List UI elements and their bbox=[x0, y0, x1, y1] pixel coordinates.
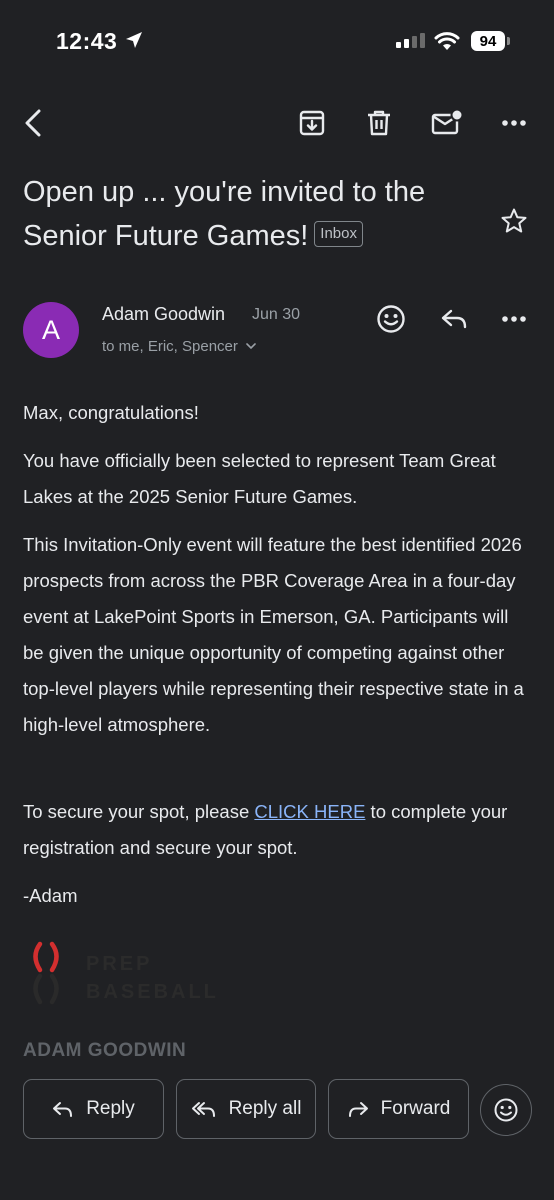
delete-button[interactable] bbox=[359, 104, 399, 142]
archive-icon bbox=[299, 110, 325, 136]
message-more-button[interactable] bbox=[496, 300, 532, 338]
mail-dot-icon bbox=[431, 109, 463, 135]
inbox-label-badge[interactable]: Inbox bbox=[314, 221, 363, 248]
reply-icon-button[interactable] bbox=[435, 300, 473, 338]
more-options-button[interactable] bbox=[496, 104, 532, 142]
chevron-down-icon bbox=[246, 343, 256, 350]
body-paragraph-1: You have officially been selected to rep… bbox=[23, 450, 496, 507]
more-horizontal-icon bbox=[502, 316, 526, 322]
reply-all-button[interactable]: Reply all bbox=[176, 1079, 316, 1139]
reply-icon bbox=[53, 1102, 73, 1117]
logo-text-baseball: BASEBALL bbox=[86, 981, 219, 1003]
trash-icon bbox=[368, 110, 390, 136]
sender-avatar[interactable]: A bbox=[23, 302, 79, 358]
forward-button[interactable]: Forward bbox=[328, 1079, 469, 1139]
location-arrow-icon bbox=[126, 32, 142, 48]
star-icon bbox=[501, 208, 527, 233]
archive-button[interactable] bbox=[292, 104, 332, 142]
body-paragraph-3: To secure your spot, please CLICK HERE t… bbox=[23, 794, 533, 866]
email-subject: Open up ... you're invited to the Senior… bbox=[23, 170, 493, 258]
forward-button-label: Forward bbox=[380, 1098, 451, 1119]
body-signoff: -Adam bbox=[23, 885, 78, 906]
smiley-icon bbox=[377, 305, 405, 333]
logo-text-prep: PREP bbox=[86, 953, 152, 975]
signature-name: ADAM GOODWIN bbox=[23, 1040, 187, 1061]
prep-baseball-logo: PREP BASEBALL bbox=[33, 941, 219, 1005]
email-date: Jun 30 bbox=[252, 306, 301, 323]
more-horizontal-icon bbox=[502, 120, 526, 126]
body-greeting: Max, congratulations! bbox=[23, 402, 199, 423]
click-here-link[interactable]: CLICK HERE bbox=[254, 801, 365, 822]
recipients-text: to me, Eric, Spencer bbox=[102, 338, 238, 355]
battery-tip bbox=[507, 37, 510, 45]
back-button[interactable] bbox=[14, 104, 52, 142]
wifi-icon bbox=[434, 32, 460, 50]
cellular-signal-icon bbox=[396, 33, 425, 48]
battery-indicator: 94 bbox=[471, 31, 505, 51]
add-reaction-button[interactable] bbox=[372, 300, 410, 338]
reply-icon bbox=[441, 309, 467, 329]
recipients-toggle[interactable]: to me, Eric, Spencer bbox=[102, 338, 257, 355]
reply-button-label: Reply bbox=[86, 1098, 135, 1119]
paragraph-3-lead: To secure your spot, please bbox=[23, 801, 255, 822]
reply-all-icon bbox=[191, 1102, 215, 1117]
body-paragraph-2: This Invitation-Only event will feature … bbox=[23, 534, 524, 735]
forward-icon bbox=[348, 1102, 368, 1117]
star-button[interactable] bbox=[496, 202, 532, 240]
subject-text: Open up ... you're invited to the Senior… bbox=[23, 176, 426, 252]
reply-all-button-label: Reply all bbox=[228, 1098, 302, 1119]
mark-unread-button[interactable] bbox=[426, 104, 468, 142]
sender-name[interactable]: Adam Goodwin bbox=[102, 304, 225, 325]
emoji-reaction-button[interactable] bbox=[480, 1084, 532, 1136]
chevron-left-icon bbox=[25, 109, 41, 137]
reply-button[interactable]: Reply bbox=[23, 1079, 164, 1139]
smiley-icon bbox=[494, 1098, 518, 1122]
status-time: 12:43 bbox=[56, 28, 118, 54]
